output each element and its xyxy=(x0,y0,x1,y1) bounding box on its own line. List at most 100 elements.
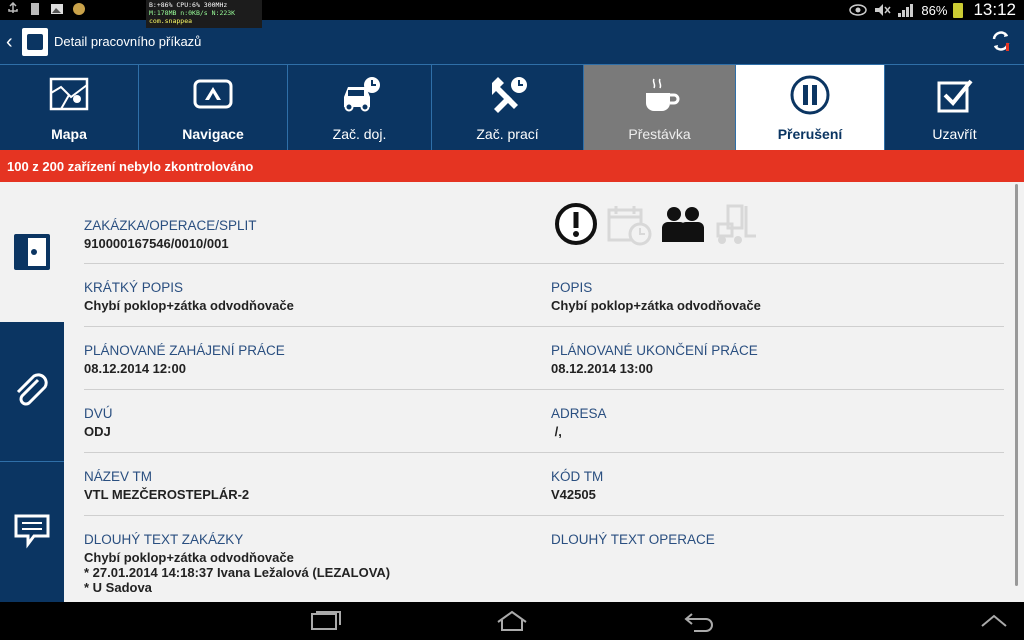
chevron-up-icon[interactable] xyxy=(974,610,1014,632)
navigation-icon xyxy=(193,79,233,109)
sync-icon[interactable] xyxy=(990,30,1012,52)
field-label: KRÁTKÝ POPIS xyxy=(84,280,184,295)
desc-field: POPIS Chybí poklop+zátka odvodňovače xyxy=(551,280,761,313)
tab-close[interactable]: Uzavřít xyxy=(885,65,1024,150)
field-label: ADRESA xyxy=(551,406,607,421)
field-label: KÓD TM xyxy=(551,469,604,484)
back-icon[interactable] xyxy=(680,610,720,632)
warning-text: 100 z 200 zařízení nebylo zkontrolováno xyxy=(7,159,254,174)
field-value: V42505 xyxy=(551,487,596,502)
tab-label: Přerušení xyxy=(777,126,843,142)
comment-icon xyxy=(14,514,50,549)
car-clock-icon xyxy=(343,77,380,112)
detail-panel: ZAKÁZKA/OPERACE/SPLIT 910000167546/0010/… xyxy=(64,182,1020,602)
field-label: ZAKÁZKA/OPERACE/SPLIT xyxy=(84,218,257,233)
field-label: PLÁNOVANÉ ZAHÁJENÍ PRÁCE xyxy=(84,343,285,358)
signal-icon xyxy=(898,4,914,17)
tab-interruption[interactable]: Přerušení xyxy=(736,65,885,150)
address-field: ADRESA /, xyxy=(551,406,607,439)
detail-row: ZAKÁZKA/OPERACE/SPLIT 910000167546/0010/… xyxy=(84,218,1004,264)
side-item-detail[interactable] xyxy=(0,182,64,322)
tab-start-travel[interactable]: Zač. doj. xyxy=(288,65,432,150)
forklift-icon xyxy=(716,204,756,244)
mute-icon xyxy=(875,4,891,16)
recent-apps-icon[interactable] xyxy=(304,610,344,632)
debug-overlay: B:+86% CPU:6% 300MHz M:178MB n:0KB/s N:2… xyxy=(146,0,262,28)
field-label: DLOUHÝ TEXT ZAKÁZKY xyxy=(84,532,244,547)
tab-label: Mapa xyxy=(51,126,87,142)
checkbox-icon xyxy=(937,79,973,113)
status-bar: B:+86% CPU:6% 300MHz M:178MB n:0KB/s N:2… xyxy=(0,0,1024,28)
detail-row: NÁZEV TM VTL MEZČEROSTEPLÁR-2 KÓD TM V42… xyxy=(84,453,1004,516)
sdcard-icon xyxy=(31,3,39,15)
scrollbar[interactable] xyxy=(1015,184,1018,586)
debug-line: M:178MB n:0KB/s N:223K xyxy=(149,9,236,17)
field-label: DVÚ xyxy=(84,406,113,421)
clock: 13:12 xyxy=(973,0,1016,19)
usb-icon xyxy=(8,2,18,13)
warning-banner: 100 z 200 zařízení nebylo zkontrolováno xyxy=(0,150,1024,182)
debug-line: B:+86% CPU:6% 300MHz xyxy=(149,1,228,9)
main-area: ZAKÁZKA/OPERACE/SPLIT 910000167546/0010/… xyxy=(0,182,1024,602)
eye-icon xyxy=(849,4,868,16)
debug-line: com.snappea xyxy=(149,17,193,25)
field-value: ODJ xyxy=(84,424,111,439)
field-label: POPIS xyxy=(551,280,593,295)
detail-row: KRÁTKÝ POPIS Chybí poklop+zátka odvodňov… xyxy=(84,264,1004,327)
status-icons xyxy=(554,202,758,246)
calendar-clock-icon xyxy=(607,206,652,246)
side-item-comments[interactable] xyxy=(0,462,64,602)
exclamation-icon xyxy=(555,203,597,245)
long-order-text-field: DLOUHÝ TEXT ZAKÁZKY Chybí poklop+zátka o… xyxy=(84,532,390,595)
order-field: ZAKÁZKA/OPERACE/SPLIT 910000167546/0010/… xyxy=(84,218,257,251)
field-value: 910000167546/0010/001 xyxy=(84,236,229,251)
tools-clock-icon xyxy=(491,77,527,113)
field-label: PLÁNOVANÉ UKONČENÍ PRÁCE xyxy=(551,343,758,358)
field-value: Chybí poklop+zátka odvodňovače xyxy=(551,298,761,313)
pause-icon xyxy=(790,75,830,115)
long-op-text-field: DLOUHÝ TEXT OPERACE xyxy=(551,532,715,550)
home-icon[interactable] xyxy=(492,610,532,632)
battery-percent: 86% xyxy=(921,2,948,18)
coffee-icon xyxy=(645,78,679,111)
page-title: Detail pracovního příkazů xyxy=(54,34,202,49)
app-icon xyxy=(73,3,85,15)
field-value: /, xyxy=(551,424,562,439)
tab-start-work[interactable]: Zač. prací xyxy=(432,65,584,150)
toolbar-tabs: Mapa Navigace Zač. doj. Zač. prací Přest… xyxy=(0,64,1024,150)
tab-label: Přestávka xyxy=(628,126,691,142)
map-icon xyxy=(49,77,89,111)
tab-break[interactable]: Přestávka xyxy=(584,65,736,150)
document-icon xyxy=(14,234,50,270)
field-value: Chybí poklop+zátka odvodňovače xyxy=(84,298,294,313)
tab-label: Zač. prací xyxy=(476,126,539,142)
screenshot-icon xyxy=(51,4,63,14)
side-nav xyxy=(0,182,64,602)
field-value: Chybí poklop+zátka odvodňovače * 27.01.2… xyxy=(84,550,391,595)
tab-label: Zač. doj. xyxy=(332,126,387,142)
short-desc-field: KRÁTKÝ POPIS Chybí poklop+zátka odvodňov… xyxy=(84,280,294,313)
field-label: DLOUHÝ TEXT OPERACE xyxy=(551,532,715,547)
tab-map[interactable]: Mapa xyxy=(0,65,139,150)
field-label: NÁZEV TM xyxy=(84,469,153,484)
tab-label: Navigace xyxy=(182,126,244,142)
planned-start-field: PLÁNOVANÉ ZAHÁJENÍ PRÁCE 08.12.2014 12:0… xyxy=(84,343,285,376)
planned-end-field: PLÁNOVANÉ UKONČENÍ PRÁCE 08.12.2014 13:0… xyxy=(551,343,758,376)
chevron-left-icon[interactable]: ‹ xyxy=(6,32,13,52)
tab-navigation[interactable]: Navigace xyxy=(139,65,288,150)
field-value: VTL MEZČEROSTEPLÁR-2 xyxy=(84,487,250,502)
tm-code-field: KÓD TM V42505 xyxy=(551,469,603,502)
people-icon xyxy=(662,207,704,242)
detail-row: DLOUHÝ TEXT ZAKÁZKY Chybí poklop+zátka o… xyxy=(84,516,1004,602)
field-value: 08.12.2014 13:00 xyxy=(551,361,653,376)
app-logo[interactable] xyxy=(22,28,48,56)
battery-icon xyxy=(953,2,964,18)
dvu-field: DVÚ ODJ xyxy=(84,406,113,439)
field-value: 08.12.2014 12:00 xyxy=(84,361,186,376)
paperclip-icon xyxy=(16,372,48,405)
system-nav-bar xyxy=(0,602,1024,640)
detail-row: DVÚ ODJ ADRESA /, xyxy=(84,390,1004,453)
tab-label: Uzavřít xyxy=(932,126,977,142)
side-item-attachments[interactable] xyxy=(0,322,64,462)
detail-row: PLÁNOVANÉ ZAHÁJENÍ PRÁCE 08.12.2014 12:0… xyxy=(84,327,1004,390)
